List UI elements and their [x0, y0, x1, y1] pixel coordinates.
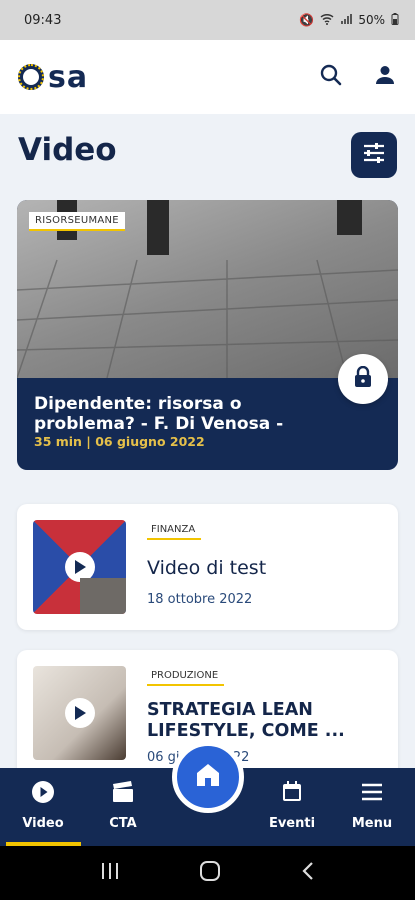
nav-item-eventi[interactable]: Eventi [257, 780, 327, 831]
recent-apps-icon[interactable] [100, 862, 120, 884]
video-card[interactable]: FINANZA Video di test 18 ottobre 2022 [17, 504, 398, 630]
play-icon [64, 698, 95, 728]
hamburger-menu-icon [360, 780, 384, 808]
lock-icon [354, 365, 372, 392]
play-icon [64, 552, 95, 582]
video-date: 18 ottobre 2022 [147, 592, 253, 607]
nav-label-eventi: Eventi [268, 816, 316, 831]
video-category-tag: PRODUZIONE [147, 670, 225, 686]
clapperboard-icon [111, 780, 135, 808]
featured-video-card[interactable]: RISORSEUMANE Dipendente: risorsa o probl… [17, 200, 398, 470]
system-home-icon[interactable] [199, 860, 221, 886]
mute-icon: 🔇 [299, 13, 315, 27]
featured-video-category-tag: RISORSEUMANE [29, 212, 125, 231]
video-thumbnail [33, 666, 126, 760]
featured-video-title: Dipendente: risorsa o problema? - F. Di … [34, 394, 284, 434]
sliders-icon [362, 142, 386, 168]
app-header: sa [0, 40, 415, 114]
battery-icon [391, 12, 399, 28]
search-icon[interactable] [319, 63, 343, 91]
nav-item-menu[interactable]: Menu [337, 780, 407, 831]
calendar-icon [280, 780, 304, 808]
back-icon[interactable] [301, 861, 315, 885]
play-circle-icon [31, 780, 55, 808]
nav-label-cta: CTA [109, 816, 137, 831]
video-thumbnail [33, 520, 126, 614]
nav-item-video[interactable]: Video [8, 780, 78, 831]
signal-icon [340, 13, 353, 28]
logo-text: sa [48, 59, 89, 95]
logo-mark [18, 64, 44, 90]
wifi-icon [320, 13, 334, 28]
nav-item-cta[interactable]: CTA [88, 780, 158, 831]
video-category-tag: FINANZA [147, 524, 202, 540]
nav-label-video: Video [22, 816, 64, 831]
filter-button[interactable] [351, 132, 397, 178]
video-title: STRATEGIA LEAN LIFESTYLE, COME ... [147, 700, 345, 741]
featured-video-meta: 35 min | 06 giugno 2022 [34, 434, 205, 449]
battery-level: 50% [358, 13, 385, 27]
lock-button[interactable] [338, 354, 388, 404]
page-title: Video [18, 132, 117, 168]
video-title: Video di test [147, 557, 267, 579]
app-logo[interactable]: sa [18, 60, 88, 95]
status-bar: 09:43 🔇 50% [0, 0, 415, 40]
home-icon [194, 761, 222, 793]
home-button[interactable] [172, 741, 244, 813]
user-icon[interactable] [373, 63, 397, 91]
nav-label-menu: Menu [351, 816, 393, 831]
system-navigation-bar [0, 846, 415, 900]
status-time: 09:43 [24, 12, 62, 28]
